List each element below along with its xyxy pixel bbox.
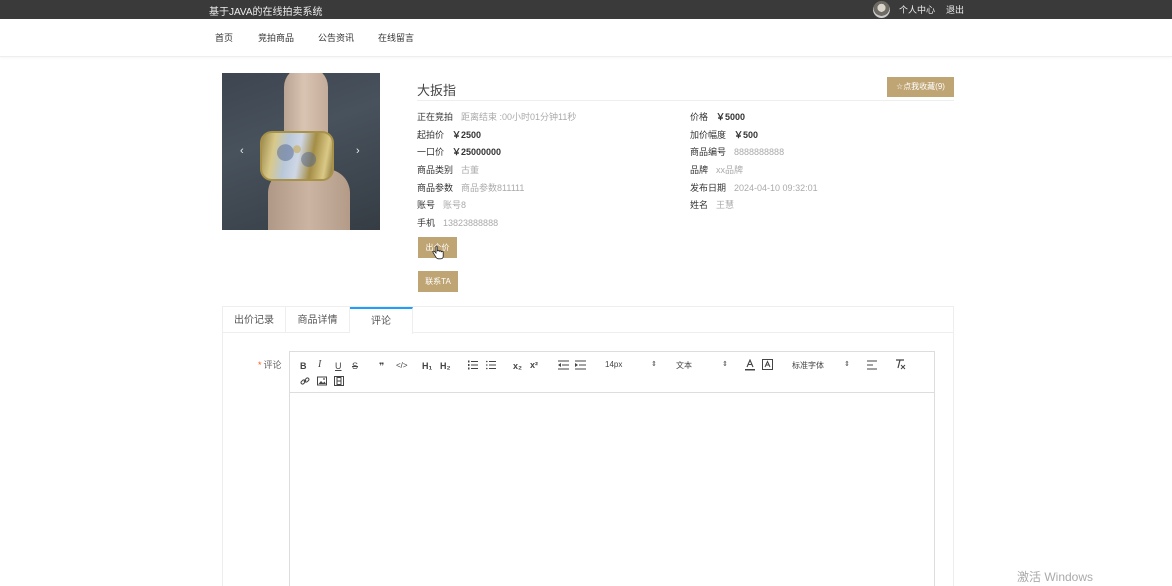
updown-caret-icon: ⇕: [651, 361, 657, 368]
align-icon[interactable]: [867, 360, 877, 370]
phone-label: 手机: [417, 218, 436, 228]
bold-button[interactable]: B: [300, 360, 307, 372]
text-style-select[interactable]: 文本 ⇕: [676, 360, 728, 371]
publish-date: 发布日期 2024-04-10 09:32:01: [690, 181, 818, 194]
collect-button[interactable]: ☆点我收藏(9): [887, 77, 954, 97]
buyout-price: 一口价 ￥25000000: [417, 145, 501, 158]
comment-field-label: * 评论: [258, 358, 282, 371]
phone: 手机 13823888888: [417, 216, 498, 229]
editor-toolbar: B I U S ❞ </> H₁ H₂ x₂ x² 14px ⇕ 文本 ⇕ 标准…: [290, 352, 934, 393]
updown-caret-icon: ⇕: [722, 361, 728, 368]
product-photo-ring: [260, 131, 334, 181]
nav-item-home[interactable]: 首页: [215, 31, 233, 44]
params-label: 商品参数: [417, 183, 454, 193]
font-color-icon[interactable]: [745, 359, 755, 371]
hand-cursor-icon: [432, 245, 444, 260]
contact-button[interactable]: 联系TA: [418, 271, 458, 292]
header2-button[interactable]: H₂: [440, 360, 451, 372]
divider: [417, 100, 954, 101]
code-label: 商品编号: [690, 147, 727, 157]
account-label: 账号: [417, 200, 436, 210]
buyout-label: 一口价: [417, 147, 445, 157]
tab-bid-records[interactable]: 出价记录: [223, 307, 286, 333]
strike-button[interactable]: S: [352, 360, 358, 372]
subscript-button[interactable]: x₂: [513, 360, 522, 372]
product-code: 商品编号 8888888888: [690, 145, 784, 158]
avatar[interactable]: [873, 1, 890, 18]
start-price-value: ￥2500: [452, 130, 482, 140]
top-bar: 基于JAVA的在线拍卖系统 个人中心 退出: [0, 0, 1172, 19]
auction-status: 正在竞拍 距离结束 :00小时01分钟11秒: [417, 110, 576, 123]
status-label: 正在竞拍: [417, 112, 454, 122]
increment-value: ￥500: [734, 130, 759, 140]
tab-bar: 出价记录 商品详情 评论: [223, 307, 953, 334]
price-value: ￥5000: [716, 112, 746, 122]
current-price: 价格 ￥5000: [690, 110, 745, 123]
bullet-list-icon[interactable]: [486, 360, 496, 370]
brand-value: xx品牌: [716, 165, 744, 175]
buyout-value: ￥25000000: [452, 147, 502, 157]
params: 商品参数 商品参数811111: [417, 181, 524, 194]
comment-label-text: 评论: [263, 360, 282, 370]
date-value: 2024-04-10 09:32:01: [734, 183, 818, 193]
brand-label: 品牌: [690, 165, 709, 175]
font-family-value: 标准字体: [792, 361, 824, 370]
image-icon[interactable]: [317, 376, 327, 386]
tab-product-details[interactable]: 商品详情: [286, 307, 350, 333]
required-mark: *: [258, 360, 262, 370]
italic-button[interactable]: I: [318, 359, 321, 371]
comment-editor-body[interactable]: [290, 393, 934, 586]
code-block-button[interactable]: </>: [396, 360, 408, 372]
windows-activation-watermark: 激活 Windows: [1017, 570, 1094, 584]
start-price: 起拍价 ￥2500: [417, 128, 481, 141]
font-size-value: 14px: [605, 360, 623, 369]
seller-name: 姓名 王慧: [690, 198, 734, 211]
indent-icon[interactable]: [575, 360, 586, 370]
account-value: 账号8: [443, 200, 467, 210]
user-center-link[interactable]: 个人中心: [899, 3, 935, 16]
ordered-list-icon[interactable]: [468, 360, 478, 370]
font-size-select[interactable]: 14px ⇕: [605, 360, 657, 369]
carousel-next-icon[interactable]: ›: [356, 145, 360, 157]
video-icon[interactable]: [334, 376, 344, 386]
updown-caret-icon: ⇕: [844, 361, 850, 368]
increment-label: 加价幅度: [690, 130, 727, 140]
seller-value: 王慧: [716, 200, 735, 210]
text-style-value: 文本: [676, 361, 692, 370]
phone-value: 13823888888: [443, 218, 499, 228]
product-image-carousel[interactable]: ‹ ›: [222, 73, 380, 230]
outdent-icon[interactable]: [558, 360, 569, 370]
category-value: 古董: [461, 165, 480, 175]
increment: 加价幅度 ￥500: [690, 128, 758, 141]
code-value: 8888888888: [734, 147, 785, 157]
start-price-label: 起拍价: [417, 130, 445, 140]
carousel-prev-icon[interactable]: ‹: [240, 145, 244, 157]
site-title: 基于JAVA的在线拍卖系统: [209, 7, 323, 18]
main-nav: 首页 竞拍商品 公告资讯 在线留言: [0, 19, 1172, 57]
countdown: 距离结束 :00小时01分钟11秒: [461, 112, 577, 122]
date-label: 发布日期: [690, 183, 727, 193]
account: 账号 账号8: [417, 198, 466, 211]
brand: 品牌 xx品牌: [690, 163, 743, 176]
seller-label: 姓名: [690, 200, 709, 210]
price-label: 价格: [690, 112, 709, 122]
link-icon[interactable]: [300, 376, 310, 386]
nav-item-auction-goods[interactable]: 竞拍商品: [258, 31, 294, 44]
quote-button[interactable]: ❞: [379, 360, 384, 372]
params-value: 商品参数811111: [461, 183, 525, 193]
category-label: 商品类别: [417, 165, 454, 175]
nav-item-messages[interactable]: 在线留言: [378, 31, 414, 44]
background-color-icon[interactable]: [762, 359, 773, 370]
superscript-button[interactable]: x²: [530, 359, 538, 371]
tab-comments[interactable]: 评论: [350, 307, 413, 334]
font-family-select[interactable]: 标准字体 ⇕: [792, 360, 850, 371]
header1-button[interactable]: H₁: [422, 360, 432, 372]
category: 商品类别 古董: [417, 163, 479, 176]
comment-editor: B I U S ❞ </> H₁ H₂ x₂ x² 14px ⇕ 文本 ⇕ 标准…: [289, 351, 935, 586]
clear-format-icon[interactable]: [895, 359, 906, 370]
nav-item-announcements[interactable]: 公告资讯: [318, 31, 354, 44]
logout-link[interactable]: 退出: [946, 3, 964, 16]
product-name: 大扳指: [417, 83, 457, 98]
underline-button[interactable]: U: [335, 360, 342, 372]
